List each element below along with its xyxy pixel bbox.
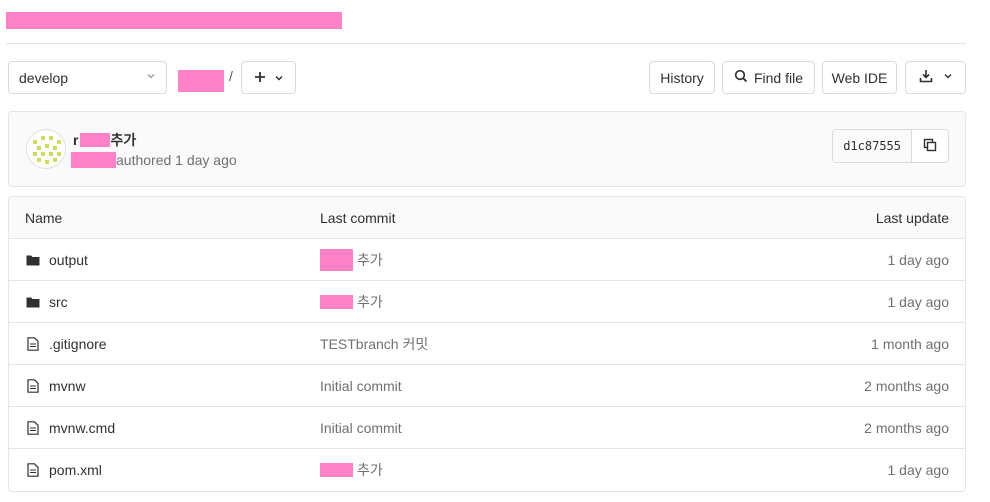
- last-commit-cell[interactable]: Initial commit: [320, 378, 402, 394]
- file-icon: [25, 420, 41, 436]
- file-icon: [25, 378, 41, 394]
- project-title-redacted: [6, 12, 342, 29]
- web-ide-label: Web IDE: [831, 69, 888, 86]
- table-row[interactable]: mvnw Initial commit 2 months ago: [9, 365, 965, 407]
- file-name-link[interactable]: src: [49, 294, 68, 310]
- last-commit-cell[interactable]: TESTbranch 커밋: [320, 334, 428, 354]
- last-update-cell: 1 day ago: [887, 251, 950, 268]
- path-separator: /: [229, 68, 233, 84]
- commit-meta: authored 1 day ago: [71, 152, 237, 168]
- header-name: Name: [25, 209, 63, 226]
- table-row[interactable]: mvnw.cmd Initial commit 2 months ago: [9, 407, 965, 449]
- file-name-cell[interactable]: src: [25, 294, 68, 310]
- last-update-cell: 2 months ago: [864, 419, 949, 436]
- header-last-update: Last update: [875, 209, 949, 226]
- branch-dropdown[interactable]: develop: [8, 61, 167, 94]
- file-name-cell[interactable]: mvnw: [25, 378, 86, 394]
- commit-title[interactable]: r 추가: [73, 130, 136, 150]
- commit-message-redacted: [320, 248, 353, 271]
- folder-icon: [25, 294, 41, 310]
- chevron-down-icon: [943, 71, 953, 84]
- chevron-down-icon: [274, 70, 284, 86]
- project-path-redacted[interactable]: [178, 70, 224, 92]
- plus-icon: [254, 70, 266, 86]
- file-name-link[interactable]: mvnw: [49, 378, 86, 394]
- find-file-label: Find file: [753, 69, 804, 86]
- table-header: Name Last commit Last update: [9, 197, 965, 239]
- branch-label: develop: [19, 69, 69, 86]
- last-update-cell: 1 day ago: [887, 293, 950, 310]
- download-icon: [919, 69, 933, 86]
- last-commit-cell[interactable]: Initial commit: [320, 420, 402, 436]
- commit-message[interactable]: 추가: [357, 460, 383, 480]
- last-commit-panel: r 추가 authored 1 day ago d1c87555: [8, 111, 966, 187]
- copy-icon: [923, 138, 937, 155]
- add-menu-button[interactable]: [241, 61, 296, 94]
- commit-title-text: 추가: [110, 132, 137, 148]
- last-commit-cell[interactable]: 추가: [320, 248, 383, 271]
- history-label: History: [660, 69, 704, 86]
- file-tree-table: Name Last commit Last update output 추가 1 d…: [8, 196, 966, 492]
- file-name-cell[interactable]: mvnw.cmd: [25, 420, 115, 436]
- download-button[interactable]: [905, 61, 966, 94]
- commit-message[interactable]: 추가: [357, 292, 383, 312]
- avatar[interactable]: [26, 129, 66, 169]
- author-redacted[interactable]: [71, 152, 116, 168]
- last-commit-cell[interactable]: 추가: [320, 292, 383, 312]
- copy-sha-button[interactable]: [912, 130, 948, 162]
- commit-message[interactable]: TESTbranch 커밋: [320, 334, 428, 354]
- file-name-cell[interactable]: .gitignore: [25, 336, 107, 352]
- commit-message[interactable]: Initial commit: [320, 420, 402, 436]
- commit-authored-text: authored 1 day ago: [116, 152, 237, 168]
- commit-message[interactable]: Initial commit: [320, 378, 402, 394]
- file-name-link[interactable]: .gitignore: [49, 336, 107, 352]
- history-button[interactable]: History: [649, 61, 715, 94]
- commit-sha-group: d1c87555: [832, 129, 949, 163]
- table-row[interactable]: src 추가 1 day ago: [9, 281, 965, 323]
- table-row[interactable]: output 추가 1 day ago: [9, 239, 965, 281]
- last-commit-cell[interactable]: 추가: [320, 460, 383, 480]
- table-row[interactable]: .gitignore TESTbranch 커밋 1 month ago: [9, 323, 965, 365]
- file-name-link[interactable]: pom.xml: [49, 462, 102, 478]
- last-update-cell: 2 months ago: [864, 377, 949, 394]
- commit-title-redacted: [80, 133, 111, 147]
- find-file-button[interactable]: Find file: [722, 61, 815, 94]
- commit-message-redacted: [320, 463, 353, 477]
- search-icon: [734, 69, 748, 86]
- commit-sha[interactable]: d1c87555: [833, 130, 912, 162]
- file-icon: [25, 336, 41, 352]
- web-ide-button[interactable]: Web IDE: [822, 61, 897, 94]
- last-update-cell: 1 day ago: [887, 462, 950, 478]
- table-row[interactable]: pom.xml 추가 1 day ago: [9, 449, 965, 491]
- chevron-down-icon: [146, 71, 156, 84]
- file-name-cell[interactable]: output: [25, 252, 88, 268]
- header-last-commit: Last commit: [320, 209, 396, 226]
- commit-message-redacted: [320, 294, 353, 309]
- folder-icon: [25, 252, 41, 268]
- commit-message[interactable]: 추가: [357, 250, 383, 270]
- file-icon: [25, 462, 41, 478]
- file-name-cell[interactable]: pom.xml: [25, 462, 102, 478]
- header-divider: [6, 43, 966, 44]
- file-name-link[interactable]: output: [49, 252, 88, 268]
- file-name-link[interactable]: mvnw.cmd: [49, 420, 115, 436]
- last-update-cell: 1 month ago: [871, 335, 949, 352]
